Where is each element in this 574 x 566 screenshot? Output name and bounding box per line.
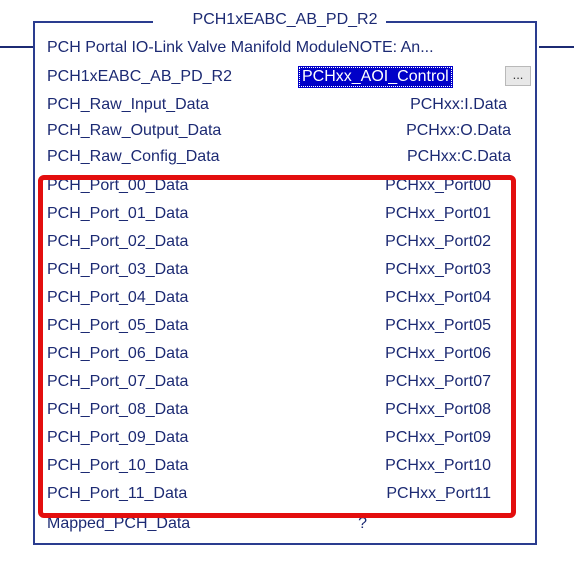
rung-wire-left (0, 46, 33, 48)
parameter-name: PCH_Raw_Input_Data (47, 96, 209, 113)
ladder-canvas: PCH1xEABC_AB_PD_R2 PCH Portal IO-Link Va… (0, 0, 574, 566)
parameter-row[interactable]: PCH_Raw_Input_Data PCHxx:I.Data (47, 94, 527, 116)
rung-wire-right (539, 46, 574, 48)
parameter-name: PCH_Raw_Config_Data (47, 148, 220, 165)
parameter-value[interactable]: PCHxx:I.Data (410, 94, 507, 116)
instance-tag-field[interactable]: PCHxx_AOI_Control (298, 66, 453, 88)
parameter-value[interactable]: PCHxx:O.Data (406, 120, 511, 142)
parameter-row[interactable]: PCH_Raw_Config_Data PCHxx:C.Data (47, 146, 527, 168)
instance-row: PCH1xEABC_AB_PD_R2 (47, 66, 527, 88)
parameter-value[interactable]: PCHxx:C.Data (407, 146, 511, 168)
instruction-name: PCH1xEABC_AB_PD_R2 (192, 11, 378, 28)
instruction-description: PCH Portal IO-Link Valve Manifold Module… (47, 39, 434, 56)
parameter-name: PCH_Raw_Output_Data (47, 122, 222, 139)
instance-label: PCH1xEABC_AB_PD_R2 (47, 68, 232, 85)
highlight-box (38, 175, 516, 518)
browse-button[interactable]: ... (505, 66, 531, 86)
parameter-row[interactable]: PCH_Raw_Output_Data PCHxx:O.Data (47, 120, 527, 142)
